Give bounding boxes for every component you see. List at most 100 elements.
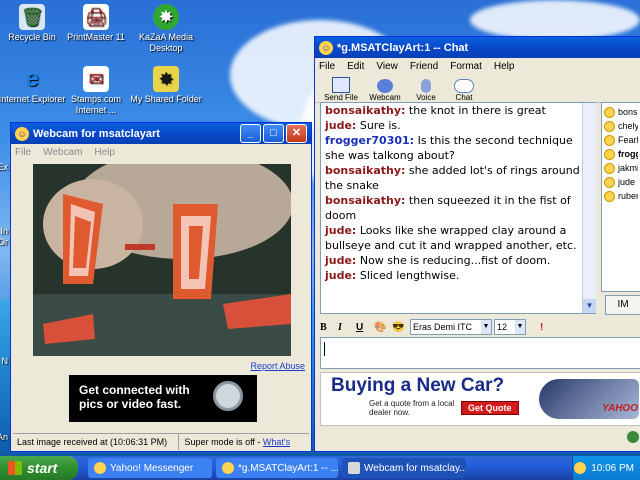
format-toolbar: B I U 🎨 😎 Eras Demi ITC ▼ 12 ▼ ! [320,317,636,337]
underline-button[interactable]: U [356,322,374,333]
chat-window-icon: ☺ [319,40,333,55]
webcam-window[interactable]: ☺ Webcam for msatclayart _ □ ✕ File Webc… [10,122,312,456]
smiley-icon [604,176,615,188]
webcam-window-title: Webcam for msatclayart [33,127,160,140]
menu-friend[interactable]: Friend [410,61,438,72]
webcam-image [33,164,291,356]
message-input[interactable] [320,337,640,369]
taskbar-item-yahoo-messenger[interactable]: Yahoo! Messenger [88,458,212,478]
buddy-item[interactable]: jakmia [604,161,638,175]
super-mode-status: Super mode is off - What's this? [179,434,309,456]
report-abuse-link[interactable]: Report Abuse [250,361,305,371]
toolbar-label: Chat [455,93,473,102]
bold-button[interactable]: B [320,322,338,333]
im-button[interactable]: IM [605,295,640,315]
chat-window-title: *g.MSATClayArt:1 -- Chat [337,41,469,54]
chat-window-icon [222,462,234,474]
buddy-item[interactable]: frogg [604,147,638,161]
scroll-down-arrow[interactable]: ▼ [583,299,596,313]
taskbar-item-webcam[interactable]: Webcam for msatclay... [342,458,466,478]
buddy-item[interactable]: chelyh [604,119,638,133]
buddy-item[interactable]: bonsa [604,105,638,119]
buddy-item[interactable]: Fearle [604,133,638,147]
chat-transcript[interactable]: bonsaikathy: the knot in there is great … [320,102,596,314]
get-quote-button[interactable]: Get Quote [461,401,519,415]
buddy-list[interactable]: bonsa chelyh Fearle frogg jakmia jude ru… [601,102,640,292]
webcam-icon [377,79,393,93]
desktop-icon-kazaa[interactable]: ✸ KaZaA Media Desktop [126,4,206,54]
smiley-icon [604,162,615,174]
taskbar-item-label: Yahoo! Messenger [110,462,194,474]
taskbar-item-label: Webcam for msatclay... [364,462,466,474]
menu-format[interactable]: Format [450,61,482,72]
chat-message: jude: Sliced lengthwise. [325,269,460,282]
messenger-tray-icon[interactable] [574,462,587,474]
minimize-button[interactable]: _ [240,124,261,143]
icon-label: PrintMaster 11 [67,32,125,42]
status-globe-icon [627,431,639,443]
chevron-down-icon: ▼ [515,320,525,334]
chat-toolbar: Send File Webcam Voice Chat [315,74,640,103]
menu-view[interactable]: View [376,61,398,72]
menu-help[interactable]: Help [94,147,115,158]
taskbar-item-chat[interactable]: *g.MSATClayArt:1 -- ... [216,458,338,478]
webcam-ad-banner[interactable]: Get connected with pics or video fast. [69,375,257,422]
smiley-icon [604,120,615,132]
webcam-feed [33,164,291,356]
menu-help[interactable]: Help [494,61,515,72]
start-label: start [27,460,58,476]
edge-label: In [0,226,8,236]
chat-message: bonsaikathy: then squeezed it in the fis… [325,194,571,222]
menu-file[interactable]: File [15,147,31,158]
chat-message: bonsaikathy: the knot in there is great [325,104,546,117]
maximize-button[interactable]: □ [263,124,284,143]
buzz-icon[interactable]: ! [540,322,543,333]
edge-label: Or [0,237,8,247]
chat-message: frogger70301: Is this the second techniq… [325,134,573,162]
icon-label: Recycle Bin [8,32,56,42]
chat-menubar: File Edit View Friend Format Help [315,58,640,74]
yahoo-messenger-icon [94,462,106,474]
buddy-item[interactable]: jude [604,175,638,189]
transcript-scrollbar[interactable]: ▼ [582,103,596,313]
buddy-item[interactable]: rubens [604,189,638,203]
smiley-icon [604,148,615,160]
chat-button[interactable]: Chat [445,79,483,102]
italic-button[interactable]: I [338,322,356,333]
yahoo-logo: YAHOO [602,403,638,414]
close-button[interactable]: ✕ [286,124,307,143]
toolbar-label: Webcam [369,93,401,102]
desktop-icon-shared-folder[interactable]: ✸ My Shared Folder [126,66,206,105]
edge-label: Ex [0,162,8,172]
edge-label: An [0,432,8,442]
desktop-icon-printmaster[interactable]: 🖨 PrintMaster 11 [56,4,136,43]
font-select[interactable]: Eras Demi ITC ▼ [410,319,492,335]
webcam-device-icon [213,381,243,411]
webcam-titlebar[interactable]: ☺ Webcam for msatclayart _ □ ✕ [11,123,311,144]
edge-label: N [1,356,9,366]
menu-edit[interactable]: Edit [347,61,364,72]
system-tray: 10:06 PM [572,456,640,480]
taskbar-item-label: *g.MSATClayArt:1 -- ... [238,462,338,474]
ad-text: Get connected with pics or video fast. [79,383,190,411]
webcam-statusbar: Last image received at (10:06:31 PM) Sup… [13,433,309,456]
windows-flag-icon [8,461,22,475]
shared-folder-icon: ✸ [153,66,179,92]
voice-icon [421,79,431,93]
menu-file[interactable]: File [319,61,335,72]
start-button[interactable]: start [0,456,78,480]
menu-webcam[interactable]: Webcam [43,147,82,158]
size-select[interactable]: 12 ▼ [494,319,526,335]
clock[interactable]: 10:06 PM [591,463,634,474]
emoticon-icon[interactable]: 😎 [392,322,410,333]
smiley-icon [604,106,615,118]
send-file-button[interactable]: Send File [319,77,363,102]
chat-window[interactable]: ☺ *g.MSATClayArt:1 -- Chat File Edit Vie… [314,36,640,452]
chat-titlebar[interactable]: ☺ *g.MSATClayArt:1 -- Chat [315,37,640,58]
voice-button[interactable]: Voice [407,79,445,102]
taskbar: start Yahoo! Messenger *g.MSATClayArt:1 … [0,456,640,480]
color-picker-icon[interactable]: 🎨 [374,322,392,333]
webcam-button[interactable]: Webcam [363,79,407,102]
desktop-icon-stamps[interactable]: ✉ Stamps.com Internet ... [56,66,136,116]
chat-ad-banner[interactable]: Buying a New Car? Get a quote from a loc… [320,372,640,426]
